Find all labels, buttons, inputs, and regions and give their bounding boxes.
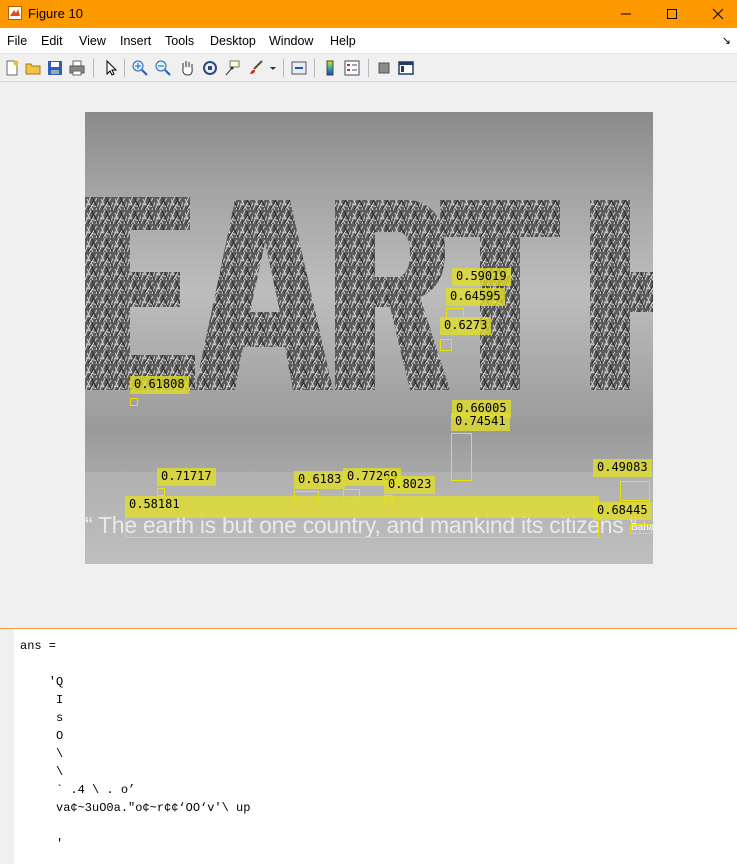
command-window[interactable]: ans = 'Q I s O \ \ ` .4 \ . o’ va¢~3uO0a… (0, 629, 737, 864)
menu-bar: File Edit View Insert Tools Desktop Wind… (0, 28, 737, 54)
output-line: ` .4 \ . o’ (20, 783, 136, 797)
detection-label: 0.6183 (294, 471, 346, 489)
toolbar-separator (283, 59, 284, 77)
detection-label: 0.8023 (384, 476, 436, 494)
legend-icon[interactable] (343, 59, 361, 77)
menu-file[interactable]: File (7, 34, 27, 48)
dock-arrow-icon[interactable]: ↘ (722, 34, 731, 47)
close-button[interactable] (695, 0, 737, 28)
detection-image: “ The earth is but one country, and mank… (85, 112, 653, 564)
output-line: I (20, 693, 64, 707)
matlab-logo-icon (8, 6, 22, 20)
zoom-in-icon[interactable] (131, 59, 149, 77)
menu-tools[interactable]: Tools (165, 34, 194, 48)
colorbar-icon[interactable] (321, 59, 339, 77)
maximize-icon (667, 9, 677, 19)
menu-desktop[interactable]: Desktop (210, 34, 256, 48)
detection-label: 0.71717 (157, 468, 216, 486)
pan-icon[interactable] (178, 59, 196, 77)
new-figure-icon[interactable] (3, 59, 21, 77)
brush-icon[interactable] (247, 59, 265, 77)
output-line: ans = (20, 639, 57, 653)
brush-dropdown-icon[interactable] (268, 59, 278, 77)
toolbar-separator (368, 59, 369, 77)
menu-view[interactable]: View (79, 34, 106, 48)
toolbar-separator (124, 59, 125, 77)
command-window-gutter (0, 629, 14, 864)
output-line: va¢~3uO0a."o¢~r¢¢‘OO‘v'\ up (20, 801, 251, 815)
minimize-button[interactable] (603, 0, 649, 28)
pointer-icon[interactable] (101, 59, 119, 77)
minimize-icon (621, 13, 631, 15)
toolbar (0, 54, 737, 82)
save-icon[interactable] (46, 59, 64, 77)
print-icon[interactable] (68, 59, 86, 77)
menu-insert[interactable]: Insert (120, 34, 151, 48)
menu-window[interactable]: Window (269, 34, 313, 48)
figure-canvas: “ The earth is but one country, and mank… (0, 82, 737, 628)
output-line: \ (20, 747, 64, 761)
detection-label: 0.58181 (125, 496, 599, 518)
toolbar-separator (93, 59, 94, 77)
detection-label: 0.68445 (593, 502, 652, 520)
maximize-button[interactable] (649, 0, 695, 28)
data-cursor-icon[interactable] (223, 59, 241, 77)
output-line: s (20, 711, 64, 725)
detection-box (451, 433, 472, 481)
detection-box (630, 524, 652, 534)
detection-label: 0.61808 (130, 376, 189, 394)
menu-edit[interactable]: Edit (41, 34, 63, 48)
hide-plot-tools-icon[interactable] (375, 59, 393, 77)
detection-label: 0.59019 (452, 268, 511, 286)
detection-box (157, 488, 165, 496)
detection-box (130, 398, 138, 406)
detection-box (440, 339, 452, 351)
close-icon (712, 8, 724, 20)
detection-box (620, 481, 650, 501)
detection-box (125, 515, 599, 538)
show-plot-tools-icon[interactable] (397, 59, 415, 77)
window-title: Figure 10 (28, 6, 83, 21)
menu-help[interactable]: Help (330, 34, 356, 48)
detection-label: 0.64595 (446, 288, 505, 306)
output-line: \ (20, 765, 64, 779)
rotate-3d-icon[interactable] (201, 59, 219, 77)
detection-label: 0.74541 (451, 413, 510, 431)
link-plot-icon[interactable] (290, 59, 308, 77)
title-bar: Figure 10 (0, 0, 737, 28)
toolbar-separator (314, 59, 315, 77)
zoom-out-icon[interactable] (154, 59, 172, 77)
output-line: 'Q (20, 675, 64, 689)
output-line: O (20, 729, 64, 743)
open-file-icon[interactable] (24, 59, 42, 77)
output-line: ' (20, 837, 64, 851)
detection-label: 0.49083 (593, 459, 652, 477)
detection-label: 0.6273 (440, 317, 492, 335)
